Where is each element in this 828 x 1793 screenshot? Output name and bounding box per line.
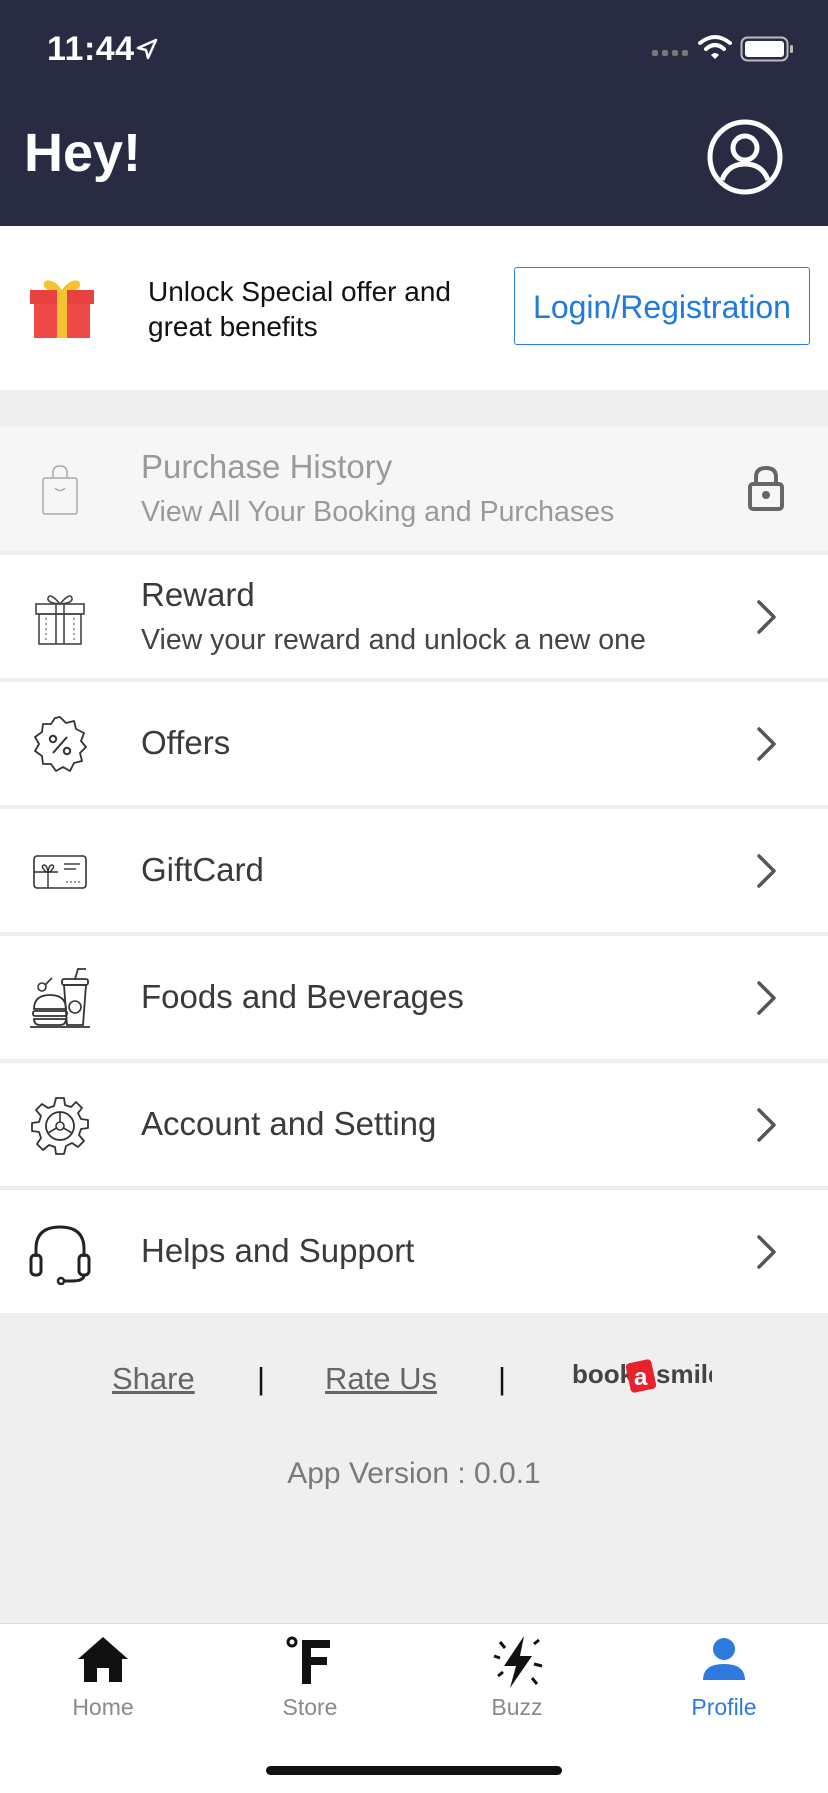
status-time: 11:44 (47, 30, 135, 68)
menu-item-subtitle: View All Your Booking and Purchases (141, 496, 615, 528)
share-link[interactable]: Share (112, 1361, 195, 1397)
bookasmile-logo: book a smile (572, 1359, 712, 1393)
home-indicator[interactable] (266, 1766, 562, 1775)
svg-text:book: book (572, 1359, 635, 1389)
menu-item-offers[interactable]: Offers (0, 682, 828, 805)
tab-label: Profile (691, 1694, 757, 1720)
chevron-right-icon (757, 727, 776, 761)
separator: | (498, 1361, 507, 1396)
menu-item-title: Helps and Support (141, 1232, 415, 1269)
chevron-right-icon (757, 600, 776, 634)
rate-us-link[interactable]: Rate Us (325, 1361, 437, 1397)
headset-icon (29, 1225, 91, 1285)
reward-gift-icon (35, 595, 85, 645)
tab-home[interactable]: Home (23, 1624, 183, 1734)
tab-label: Home (72, 1694, 134, 1720)
menu-item-title: Reward (141, 576, 255, 613)
chevron-right-icon (757, 1235, 776, 1269)
greeting-title: Hey! (24, 123, 142, 183)
separator: | (257, 1361, 266, 1396)
user-account-icon[interactable] (706, 118, 784, 196)
tab-buzz[interactable]: Buzz (437, 1624, 597, 1734)
food-beverage-icon (30, 968, 90, 1028)
login-registration-button[interactable]: Login/Registration (514, 267, 810, 345)
menu-item-giftcard[interactable]: GiftCard (0, 809, 828, 932)
offer-banner: Unlock Special offer and great benefits … (0, 226, 828, 390)
menu-item-title: Offers (141, 724, 231, 761)
menu-item-title: Foods and Beverages (141, 978, 464, 1015)
menu-item-help-support[interactable]: Helps and Support (0, 1190, 828, 1313)
menu-item-title: Purchase History (141, 448, 393, 485)
buzz-lightning-icon (493, 1636, 543, 1688)
menu-item-purchase-history[interactable]: Purchase History View All Your Booking a… (0, 427, 828, 551)
tab-store[interactable]: Store (230, 1624, 390, 1734)
profile-person-icon (703, 1638, 745, 1680)
menu-item-reward[interactable]: Reward View your reward and unlock a new… (0, 555, 828, 678)
chevron-right-icon (757, 981, 776, 1015)
menu-item-subtitle: View your reward and unlock a new one (141, 624, 646, 656)
chevron-right-icon (757, 854, 776, 888)
profile-menu: Purchase History View All Your Booking a… (0, 427, 828, 1317)
gift-icon (30, 280, 94, 338)
menu-item-title: Account and Setting (141, 1105, 437, 1142)
offer-text: Unlock Special offer and great benefits (148, 276, 451, 342)
tab-profile[interactable]: Profile (644, 1624, 804, 1734)
menu-item-account-setting[interactable]: Account and Setting (0, 1063, 828, 1186)
discount-badge-icon (34, 716, 87, 772)
home-icon (78, 1637, 128, 1682)
shopping-bag-icon (42, 465, 78, 515)
menu-item-foods-beverages[interactable]: Foods and Beverages (0, 936, 828, 1059)
app-version: App Version : 0.0.1 (287, 1457, 541, 1490)
app-header: 11:44 Hey! (0, 0, 828, 226)
tab-label: Buzz (491, 1694, 543, 1720)
cellular-signal-icon (652, 50, 688, 56)
settings-gear-icon (31, 1097, 89, 1155)
store-icon (286, 1636, 330, 1684)
svg-text:a: a (634, 1364, 648, 1391)
location-arrow-icon (136, 38, 158, 60)
lock-icon (748, 465, 784, 511)
menu-item-title: GiftCard (141, 851, 264, 888)
giftcard-icon (33, 855, 87, 889)
chevron-right-icon (757, 1108, 776, 1142)
footer-links: Share | Rate Us | book a smile (0, 1355, 828, 1405)
wifi-icon (698, 35, 732, 59)
tab-label: Store (282, 1694, 338, 1720)
svg-text:smile: smile (656, 1359, 712, 1389)
battery-icon (740, 36, 793, 62)
